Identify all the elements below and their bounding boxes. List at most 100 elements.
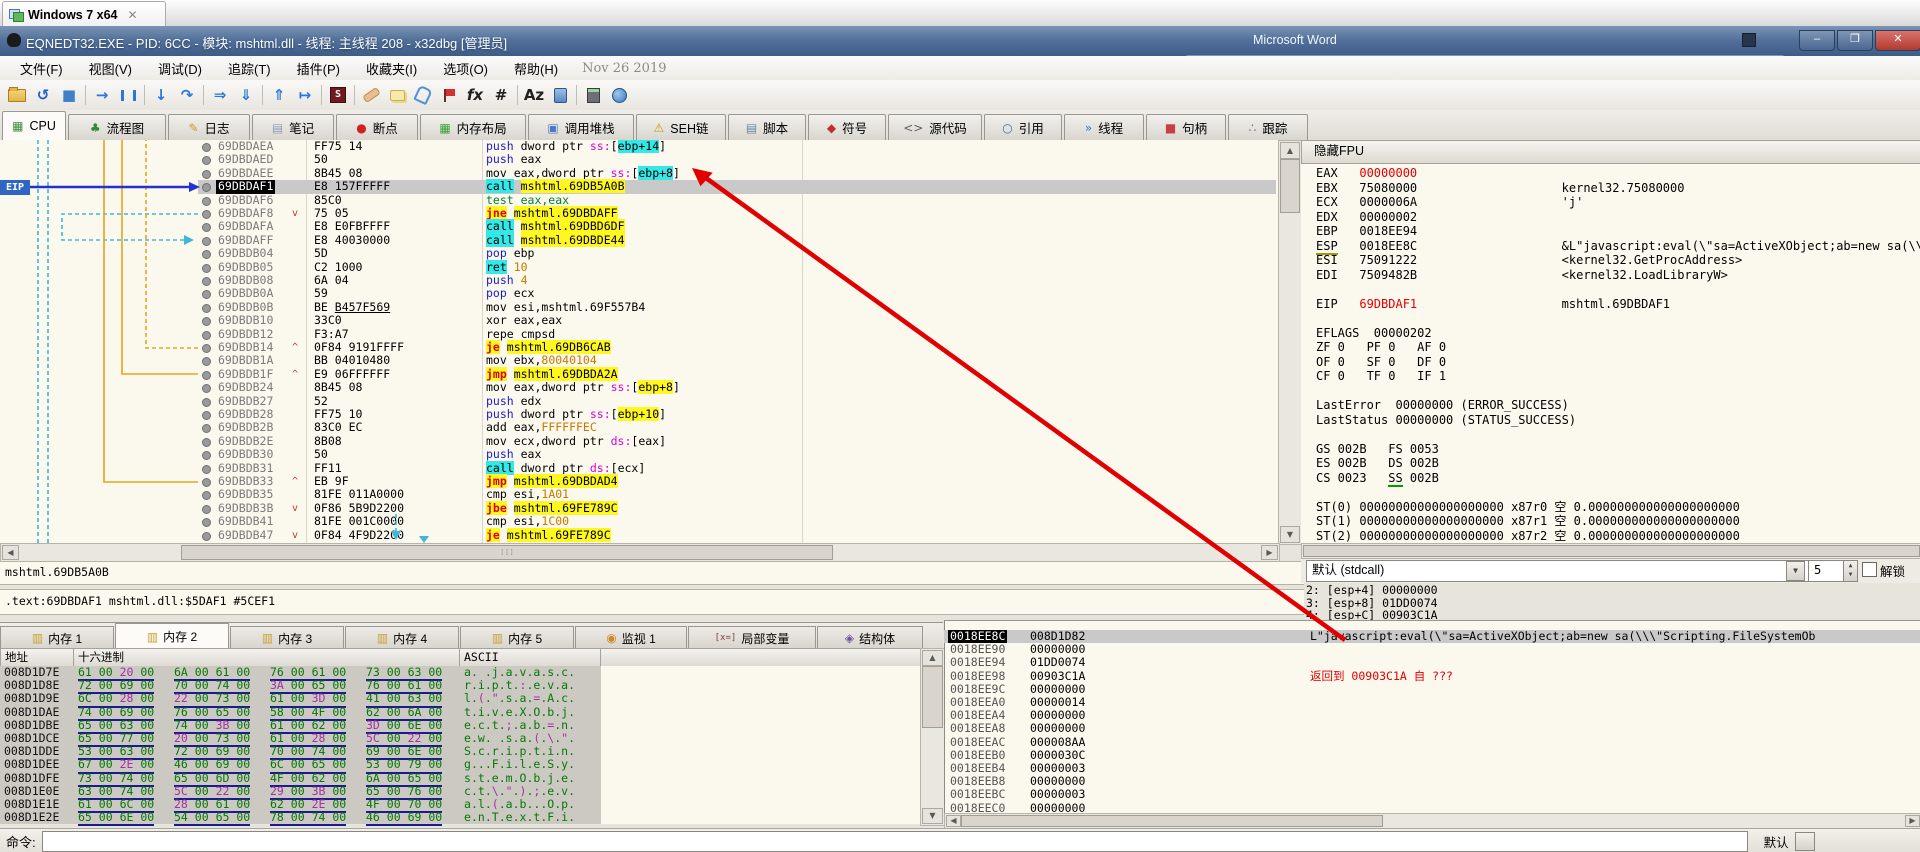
dump-row[interactable]: 008D1D8E 72 00 69 00 70 00 74 00 3A 00 65 0… [0,678,943,695]
menu-item[interactable]: 收藏夹(I) [354,57,429,80]
tab-符号[interactable]: ◆ 符号 [808,114,886,140]
patch-button[interactable] [358,83,384,107]
breakpoint-dot-icon[interactable] [202,397,211,407]
disasm-row[interactable]: 69DBDB10 33C0 xor eax,eax [0,313,1278,327]
breakpoint-dot-icon[interactable] [202,303,211,313]
modules-button[interactable] [547,83,573,107]
functions-button[interactable]: fx [462,83,488,107]
tab-CPU[interactable]: ▦ CPU [2,111,66,140]
menu-item[interactable]: 文件(F) [8,57,75,80]
scylla-button[interactable]: S [325,83,351,107]
disasm-row[interactable]: 69DBDB1F ^ E9 06FFFFFF jmp mshtml.69DBDA2A [0,366,1278,381]
attach-button[interactable] [410,83,436,107]
breakpoint-dot-icon[interactable] [202,370,211,380]
command-mode-button[interactable] [1794,831,1815,851]
register-line[interactable]: LastError 00000000 (ERROR_SUCCESS) [1316,398,1569,413]
breakpoint-dot-icon[interactable] [202,478,211,487]
stack-row[interactable]: 0018EEA0 00000014 [944,695,1920,709]
dump-row[interactable]: 008D1E2E 65 00 6E 00 54 00 65 00 78 00 74 0… [0,810,943,827]
disasm-row[interactable]: 69DBDB2B 83C0 EC add eax,FFFFFFEC [0,420,1278,434]
breakpoint-dot-icon[interactable] [202,464,211,474]
disasm-row[interactable]: 69DBDB04 5D pop ebp [0,246,1278,260]
chevron-down-icon[interactable]: ▼ [1786,561,1805,581]
dump-row[interactable]: 008D1DDE 53 00 63 00 72 00 69 00 70 00 74 0… [0,744,943,761]
tab-跟踪[interactable]: ∴ 跟踪 [1228,114,1308,140]
dump-tab-内存 1[interactable]: ▥ 内存 1 [0,626,114,649]
register-line[interactable]: ES 002B DS 002B [1316,456,1439,471]
register-line[interactable]: EDX 00000002 [1316,210,1417,225]
stack-hscrollbar[interactable]: ◀ ▶ [944,813,1920,829]
execute-till-return-button[interactable]: ⇑ [266,83,292,107]
disasm-row[interactable]: 69DBDAED 50 push eax [0,152,1278,166]
disasm-row[interactable]: 69DBDB30 50 push eax [0,447,1278,461]
stack-row[interactable]: 0018EE94 01DD0074 [944,656,1920,669]
tab-断点[interactable]: ● 断点 [336,114,418,140]
disasm-row[interactable]: 69DBDAFA E8 E0FBFFFF call mshtml.69DBD6DF [0,219,1278,234]
disasm-row[interactable]: 69DBDAF6 85C0 test eax,eax [0,193,1278,207]
disasm-row[interactable]: 69DBDAF1 E8 157FFFFF call mshtml.69DB5A0B [0,179,1278,194]
stack-row[interactable]: 0018EEB0 0000030C [944,748,1920,762]
breakpoint-dot-icon[interactable] [202,263,211,273]
menu-item[interactable]: 调试(D) [146,57,214,80]
tab-调用堆栈[interactable]: ▣ 调用堆栈 [528,114,634,140]
close-button[interactable]: ✕ [1875,30,1920,51]
disasm-row[interactable]: 69DBDB2E 8B08 mov ecx,dword ptr ds:[eax] [0,434,1278,448]
register-line[interactable]: CS 0023 SS 002B [1316,470,1439,487]
run-to-user-code-button[interactable]: ↦ [292,83,318,107]
disasm-row[interactable]: 69DBDB0A 59 pop ecx [0,286,1278,300]
pause-button[interactable] [115,83,141,107]
disasm-row[interactable]: 69DBDAFF E8 40030000 call mshtml.69DBDE44 [0,232,1278,247]
stack-row[interactable]: 0018EEBC 00000003 [944,788,1920,801]
stack-arg-row[interactable]: 2: [esp+4] 00000000 [1301,584,1920,597]
strings-button[interactable]: Az [521,83,547,107]
tab-源代码[interactable]: <> 源代码 [888,114,982,140]
stack-row[interactable]: 0018EEA4 00000000 [944,708,1920,722]
breakpoint-dot-icon[interactable] [202,437,211,447]
breakpoint-dot-icon[interactable] [202,210,211,219]
disasm-row[interactable]: 69DBDB1A BB 04010480 mov ebx,80040104 [0,353,1278,367]
disasm-row[interactable]: 69DBDAEE 8B45 08 mov eax,dword ptr ss:[ebp… [0,165,1278,180]
dump-tab-内存 4[interactable]: ▥ 内存 4 [345,626,459,649]
dump-vscrollbar[interactable]: ▲ ▼ [920,648,945,826]
disasm-row[interactable]: 69DBDAF8 v 75 05 jne mshtml.69DBDAFF [0,206,1278,220]
tab-脚本[interactable]: ▤ 脚本 [728,114,806,140]
register-line[interactable]: EDI 7509482B <kernel32.LoadLibraryW> [1316,268,1728,283]
stack-row[interactable]: 0018EEA8 00000000 [944,722,1920,735]
register-line[interactable]: OF 0 SF 0 DF 0 [1316,355,1446,370]
tab-句柄[interactable]: ■ 句柄 [1146,114,1226,140]
disasm-row[interactable]: 69DBDB41 81FE 001C0000 cmp esi,1C00 [0,514,1278,528]
breakpoint-dot-icon[interactable] [202,236,211,246]
step-into-button[interactable]: ↓ [148,83,174,107]
register-line[interactable]: ST(1) 00000000000000000000 x87r1 空 0.000… [1316,514,1740,529]
vm-tab-windows7[interactable]: Windows 7 x64 ✕ [2,1,166,27]
register-line[interactable]: EIP 69DBDAF1 mshtml.69DBDAF1 [1316,297,1670,312]
dump-row[interactable]: 008D1DEE 67 00 2E 00 46 00 69 00 6C 00 65 0… [0,758,943,774]
disasm-row[interactable]: 69DBDB0B BE B457F569 mov esi,mshtml.69F557… [0,300,1278,314]
register-line[interactable]: ST(2) 00000000000000000000 x87r2 空 0.000… [1316,529,1740,544]
tab-流程图[interactable]: ♣ 流程图 [68,114,166,140]
step-into-alt-button[interactable]: ⇓ [233,83,259,107]
disasm-row[interactable]: 69DBDB33 ^ EB 9F jmp mshtml.69DBDAD4 [0,474,1278,488]
tab-笔记[interactable]: ▤ 笔记 [252,114,334,140]
dump-row[interactable]: 008D1DAE 74 00 69 00 76 00 65 00 58 00 4F 0… [0,705,943,721]
tab-日志[interactable]: ✎ 日志 [168,114,250,140]
spinner-buttons[interactable]: ▲ ▼ [1843,560,1858,582]
stack-row[interactable]: 0018EEAC 000008AA [944,735,1920,749]
vm-tab-close-icon[interactable]: ✕ [128,8,138,22]
stack-row[interactable]: 0018EE90 00000000 [944,642,1920,656]
stack-row[interactable]: 0018EE98 00903C1A 返回到 00903C1A 自 ??? [944,669,1920,683]
breakpoint-dot-icon[interactable] [202,330,211,340]
menu-item[interactable]: 选项(O) [431,57,500,80]
disassembly-vscrollbar[interactable]: ▲ ▼ [1278,140,1302,545]
stack-row[interactable]: 0018EE8C 008D1D82 L"javascript:eval(\"sa=A… [944,629,1920,644]
registers-hscrollbar[interactable] [1301,543,1920,559]
minimize-button[interactable]: – [1799,30,1835,51]
disassembly-hscrollbar[interactable]: ◀ ⁞⁞⁞ ▶ [0,543,1280,562]
step-over-button[interactable]: ↷ [174,83,200,107]
dump-tab-内存 2[interactable]: ▥ 内存 2 [115,623,229,649]
disasm-row[interactable]: 69DBDB08 6A 04 push 4 [0,273,1278,287]
breakpoint-dot-icon[interactable] [202,277,211,286]
breakpoint-dot-icon[interactable] [202,531,211,541]
dump-row[interactable]: 008D1DBE 65 00 63 00 74 00 3B 00 61 00 62 0… [0,718,943,734]
dump-tab-内存 3[interactable]: ▥ 内存 3 [230,626,344,649]
